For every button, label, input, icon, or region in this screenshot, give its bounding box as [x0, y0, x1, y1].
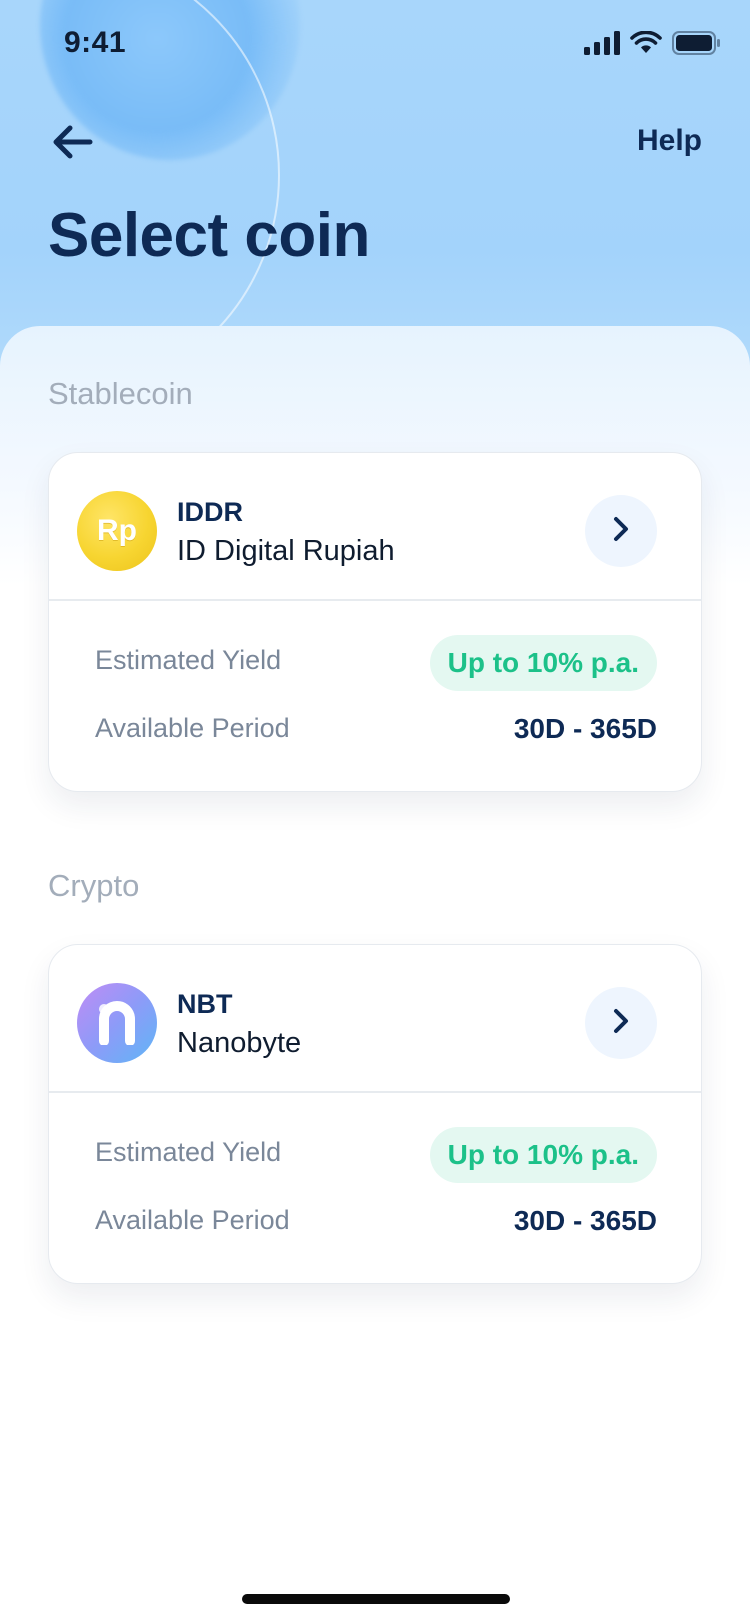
open-coin-button[interactable]: [585, 987, 657, 1059]
open-coin-button[interactable]: [585, 495, 657, 567]
available-period-label: Available Period: [95, 713, 290, 743]
nbt-coin-logo: [77, 983, 157, 1063]
chevron-right-icon: [609, 514, 633, 549]
arrow-left-icon: [50, 124, 94, 165]
status-bar: 9:41: [0, 0, 750, 92]
status-icons: [584, 30, 720, 60]
back-button[interactable]: [48, 122, 96, 166]
chevron-right-icon: [609, 1006, 633, 1041]
iddr-coin-logo: Rp: [77, 491, 157, 571]
section-label-crypto: Crypto: [48, 868, 140, 903]
yield-badge: Up to 10% p.a.: [429, 635, 657, 691]
signal-icon: [584, 30, 620, 60]
coin-card-nbt[interactable]: NBT Nanobyte Estimated Yield Up to 10% p…: [48, 944, 702, 1284]
available-period-value: 30D - 365D: [513, 713, 657, 744]
nanobyte-logo-icon: [99, 1001, 135, 1045]
help-link[interactable]: Help: [637, 124, 702, 158]
coin-ticker: NBT: [177, 989, 233, 1019]
available-period-value: 30D - 365D: [513, 1205, 657, 1236]
section-label-stablecoin: Stablecoin: [48, 376, 193, 411]
estimated-yield-label: Estimated Yield: [95, 645, 282, 675]
coin-card-iddr[interactable]: Rp IDDR ID Digital Rupiah Estimated Yiel…: [48, 452, 702, 792]
wifi-icon: [630, 30, 662, 60]
coin-card-header: NBT Nanobyte: [49, 945, 701, 1093]
available-period-label: Available Period: [95, 1205, 290, 1235]
yield-badge: Up to 10% p.a.: [429, 1127, 657, 1183]
page-title: Select coin: [48, 201, 370, 270]
status-time: 9:41: [64, 26, 127, 59]
estimated-yield-label: Estimated Yield: [95, 1137, 282, 1167]
coin-name: Nanobyte: [177, 1027, 302, 1059]
home-indicator[interactable]: [242, 1594, 510, 1604]
battery-icon: [672, 30, 720, 60]
coin-name: ID Digital Rupiah: [177, 535, 395, 567]
coin-ticker: IDDR: [177, 497, 243, 527]
coin-card-header: Rp IDDR ID Digital Rupiah: [49, 453, 701, 601]
